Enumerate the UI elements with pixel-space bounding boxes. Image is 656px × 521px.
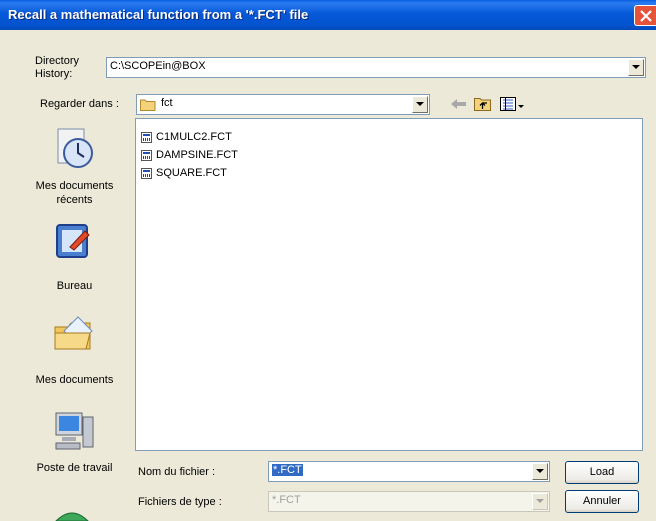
file-name: SQUARE.FCT [156,167,227,179]
view-menu-icon[interactable] [500,96,526,112]
place-label: Mes documents [35,180,114,192]
load-button[interactable]: Load [565,461,639,484]
file-type-dropdown-button[interactable] [532,493,548,510]
up-folder-icon[interactable] [474,96,492,112]
file-name-value: *.FCT [272,464,303,476]
file-name-combo[interactable]: *.FCT [268,461,550,482]
file-type-value: *.FCT [272,494,301,506]
folder-icon [140,99,156,111]
fct-file-icon [141,132,152,143]
file-name-input[interactable]: *.FCT [272,464,303,476]
file-name: C1MULC2.FCT [156,131,232,143]
directory-history-label: Directory History: [35,55,80,80]
directory-history-combo[interactable]: C:\SCOPEin@BOX [106,57,646,78]
look-in-label: Regarder dans : [40,98,119,110]
close-icon [640,10,652,22]
chevron-down-icon [632,65,640,69]
directory-history-dropdown-button[interactable] [628,59,644,76]
chevron-down-icon [416,102,424,106]
network-icon[interactable] [52,509,92,521]
window-title: Recall a mathematical function from a '*… [8,7,309,22]
fct-file-icon [141,150,152,161]
title-bar[interactable]: Recall a mathematical function from a '*… [0,0,656,30]
directory-history-value: C:\SCOPEin@BOX [110,60,206,72]
desktop-icon [56,224,90,258]
look-in-value: fct [161,97,173,109]
place-label: Poste de travail [36,462,113,474]
file-type-combo[interactable]: *.FCT [268,491,550,512]
look-in-combo[interactable]: fct [136,94,430,115]
cancel-button[interactable]: Annuler [565,490,639,513]
fct-file-icon [141,168,152,179]
look-in-dropdown-button[interactable] [412,96,428,113]
recent-documents-icon [57,128,93,168]
file-name: DAMPSINE.FCT [156,149,238,161]
back-arrow-icon[interactable] [450,97,468,111]
place-label-line2: récents [56,194,93,206]
place-label: Bureau [56,280,93,292]
my-computer-icon [55,412,94,450]
place-label: Mes documents [35,374,114,386]
file-name-label: Nom du fichier : [138,466,216,478]
file-list[interactable]: C1MULC2.FCT DAMPSINE.FCT SQUARE.FCT [135,118,643,451]
close-button[interactable] [634,5,656,26]
places-bar: Mes documents récents Bureau Mes documen… [20,117,129,493]
chevron-down-icon [536,469,544,473]
file-name-dropdown-button[interactable] [532,463,548,480]
file-type-label: Fichiers de type : [138,496,222,508]
chevron-down-icon [536,499,544,503]
my-documents-icon [54,316,93,350]
